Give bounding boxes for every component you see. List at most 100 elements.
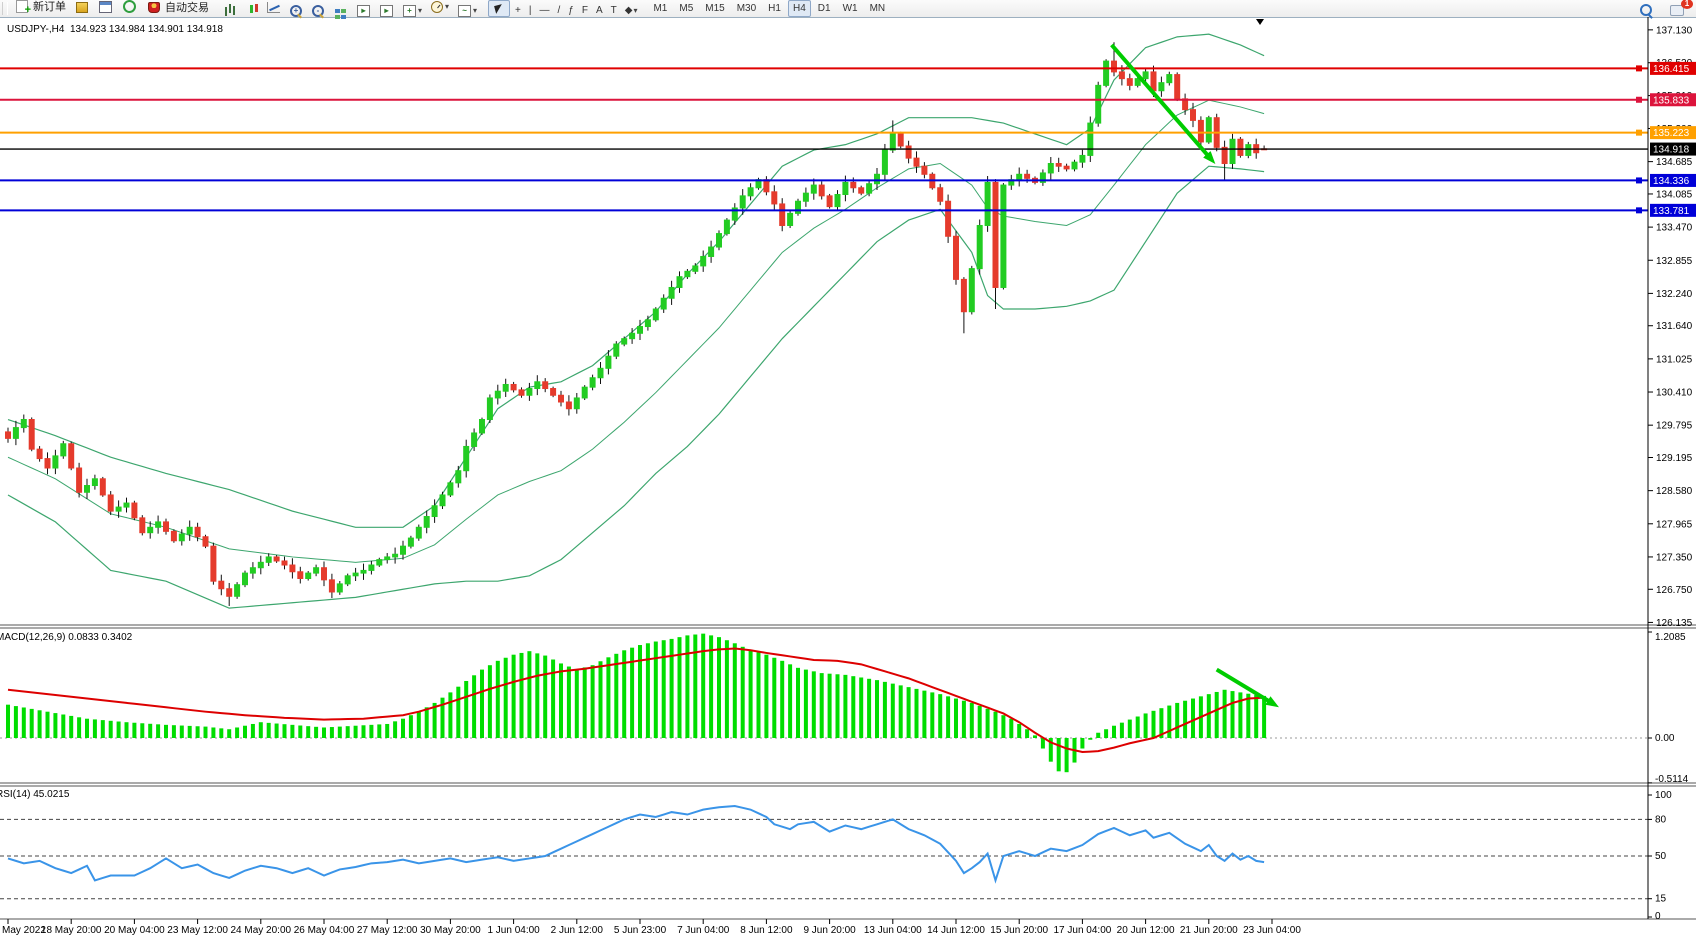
new-order-button[interactable]: 新订单 xyxy=(11,0,69,15)
periodicity-button[interactable]: ▾ xyxy=(427,0,452,15)
macd-bar xyxy=(1033,735,1037,738)
candle xyxy=(653,309,658,320)
timeframe-mn-button[interactable]: MN xyxy=(865,0,891,17)
hline-anchor[interactable] xyxy=(1636,207,1642,213)
dropdown-arrow-icon[interactable]: ▾ xyxy=(473,6,477,15)
axis-label: 127.965 xyxy=(1656,519,1693,530)
dropdown-arrow-icon[interactable]: ▾ xyxy=(418,6,422,15)
auto-trading-button[interactable]: 自动交易 xyxy=(143,0,212,16)
chart-shift-marker xyxy=(1256,19,1264,25)
macd-bar xyxy=(670,639,674,738)
candle xyxy=(495,391,500,398)
timeframe-m5-button[interactable]: M5 xyxy=(674,0,698,17)
rsi-pane[interactable] xyxy=(0,806,1648,899)
timeframe-m1-button[interactable]: M1 xyxy=(648,0,672,17)
axis-label: 15 Jun 20:00 xyxy=(990,925,1048,936)
macd-bar xyxy=(938,694,942,738)
axis-label: 8 Jun 12:00 xyxy=(740,925,793,936)
candle xyxy=(243,573,248,585)
macd-bar xyxy=(915,689,919,738)
macd-bar xyxy=(954,699,958,738)
macd-bar xyxy=(77,717,81,738)
axis-label: 80 xyxy=(1655,814,1667,825)
candle xyxy=(1072,162,1077,169)
candle xyxy=(345,576,350,584)
candle xyxy=(337,584,342,592)
candle xyxy=(630,333,635,338)
chart-canvas[interactable]: 137.130136.520135.910135.300134.685134.0… xyxy=(0,17,1696,941)
macd-bar xyxy=(930,692,934,738)
macd-bar xyxy=(401,719,405,738)
macd-bar xyxy=(970,703,974,738)
candle xyxy=(1064,166,1069,169)
timeframe-d1-button[interactable]: D1 xyxy=(813,0,836,17)
frame-icon: + xyxy=(403,5,416,17)
axis-label: 21 Jun 20:00 xyxy=(1180,925,1238,936)
axis-label: 128.580 xyxy=(1656,486,1693,497)
macd-bar xyxy=(132,723,136,738)
candle xyxy=(266,557,271,562)
candle xyxy=(408,538,413,546)
search-button[interactable] xyxy=(1637,1,1655,18)
macd-bar xyxy=(140,723,144,738)
timeframe-toolbar: M1M5M15M30H1H4D1W1MN xyxy=(647,0,891,17)
macd-bar xyxy=(1167,706,1171,738)
notifications-button[interactable]: 1 xyxy=(1667,1,1687,18)
candle xyxy=(37,449,42,458)
timeframe-m15-button[interactable]: M15 xyxy=(700,0,729,17)
hline-anchor[interactable] xyxy=(1636,130,1642,136)
macd-bar xyxy=(1207,694,1211,738)
macd-bar xyxy=(1175,703,1179,738)
dropdown-arrow-icon[interactable]: ▾ xyxy=(445,2,449,11)
candle xyxy=(1143,72,1148,79)
market-watch-button[interactable] xyxy=(71,0,93,16)
macd-bar xyxy=(583,667,587,738)
price-pane[interactable] xyxy=(6,34,1267,608)
macd-bar xyxy=(290,725,294,738)
dropdown-arrow-icon[interactable]: ▾ xyxy=(633,6,637,15)
timeframe-h1-button[interactable]: H1 xyxy=(763,0,786,17)
timeframe-m30-button[interactable]: M30 xyxy=(732,0,761,17)
hline-anchor[interactable] xyxy=(1636,177,1642,183)
axis-label: 15 xyxy=(1655,894,1667,905)
navigator-button[interactable] xyxy=(118,0,141,15)
macd-bar xyxy=(520,653,524,738)
macd-bar xyxy=(464,681,468,738)
candle xyxy=(511,384,516,389)
macd-bar xyxy=(725,640,729,738)
macd-bar xyxy=(741,647,745,738)
candle xyxy=(709,247,714,256)
macd-bar xyxy=(614,654,618,738)
bar-chart-button[interactable] xyxy=(220,0,240,17)
candle xyxy=(1198,120,1203,142)
macd-pane[interactable] xyxy=(0,634,1648,773)
macd-bar xyxy=(606,657,610,738)
macd-bar xyxy=(1025,729,1029,738)
candle xyxy=(250,568,255,573)
macd-bar xyxy=(1104,729,1108,738)
macd-bar xyxy=(662,640,666,738)
timeframe-h4-button[interactable]: H4 xyxy=(788,0,811,17)
data-window-button[interactable] xyxy=(95,0,116,15)
cursor-button[interactable] xyxy=(488,0,510,17)
candle xyxy=(993,182,998,287)
timeframe-w1-button[interactable]: W1 xyxy=(838,0,863,17)
macd-bar xyxy=(393,721,397,738)
macd-bar xyxy=(994,712,998,738)
macd-bar xyxy=(61,714,65,738)
candle-chart-button[interactable] xyxy=(242,0,261,17)
zoom-icon: - xyxy=(312,5,324,17)
macd-bar xyxy=(978,706,982,738)
candle xyxy=(772,192,777,204)
hline-anchor[interactable] xyxy=(1636,97,1642,103)
candle xyxy=(456,471,461,483)
candle xyxy=(164,522,169,531)
macd-bar xyxy=(346,726,350,738)
axis-label: 13 Jun 04:00 xyxy=(864,925,922,936)
macd-bar xyxy=(275,724,279,738)
line-chart-button[interactable] xyxy=(263,0,284,16)
candles-icon xyxy=(250,5,253,13)
axis-label: 135.833 xyxy=(1653,95,1690,106)
hline-anchor[interactable] xyxy=(1636,65,1642,71)
candle xyxy=(551,389,556,396)
